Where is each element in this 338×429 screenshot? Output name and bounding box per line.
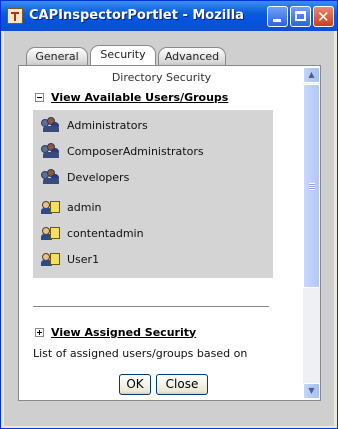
group-icon (41, 117, 61, 133)
minimize-button[interactable] (267, 6, 288, 27)
available-users-link[interactable]: View Available Users/Groups (51, 91, 228, 104)
tab-advanced[interactable]: Advanced (158, 47, 226, 65)
expand-icon[interactable] (35, 327, 44, 337)
close-icon: ✕ (317, 8, 330, 26)
ok-button[interactable]: OK (119, 374, 151, 395)
list-item-user[interactable]: contentadmin (41, 224, 144, 242)
grip-icon (309, 183, 315, 190)
user-icon (41, 225, 61, 241)
list-item-label: Administrators (67, 118, 148, 132)
available-users-section-header[interactable]: View Available Users/Groups (35, 90, 228, 104)
collapse-icon[interactable] (35, 92, 44, 102)
list-item-label: User1 (67, 252, 100, 266)
list-item-label: admin (67, 200, 102, 214)
security-panel: Directory Security View Available Users/… (18, 65, 321, 401)
dialog-content: General Advanced Security Directory Secu… (4, 31, 334, 426)
list-item-label: ComposerAdministrators (67, 144, 204, 158)
list-item-group[interactable]: Developers (41, 168, 129, 186)
vertical-scrollbar[interactable]: ▲ ▼ (303, 67, 320, 399)
panel-title: Directory Security (111, 71, 212, 84)
assigned-description: List of assigned users/groups based on (33, 347, 248, 360)
section-divider (33, 306, 269, 307)
user-icon (41, 199, 61, 215)
scroll-thumb[interactable] (303, 84, 320, 288)
app-icon (7, 8, 23, 24)
close-button[interactable]: Close (156, 374, 208, 395)
minimize-icon (273, 19, 281, 22)
maximize-icon (295, 11, 306, 21)
tab-security[interactable]: Security (90, 45, 156, 66)
list-item-group[interactable]: Administrators (41, 116, 148, 134)
assigned-security-link[interactable]: View Assigned Security (51, 326, 196, 339)
group-icon (41, 169, 61, 185)
list-item-label: Developers (67, 170, 130, 184)
list-item-user[interactable]: admin (41, 198, 101, 216)
tab-general[interactable]: General (26, 47, 88, 65)
list-item-user[interactable]: User1 (41, 250, 99, 268)
scroll-down-icon[interactable]: ▼ (303, 383, 320, 399)
users-list: Administrators ComposerAdministrators De… (33, 110, 273, 278)
browser-window: CAPInspectorPortlet - Mozilla ✕ General … (0, 0, 338, 429)
title-bar[interactable]: CAPInspectorPortlet - Mozilla ✕ (1, 1, 337, 31)
close-window-button[interactable]: ✕ (313, 6, 334, 27)
window-title: CAPInspectorPortlet - Mozilla (29, 8, 244, 23)
list-item-group[interactable]: ComposerAdministrators (41, 142, 204, 160)
assigned-security-section-header[interactable]: View Assigned Security (35, 325, 196, 339)
group-icon (41, 143, 61, 159)
user-icon (41, 251, 61, 267)
list-item-label: contentadmin (67, 226, 144, 240)
maximize-button[interactable] (290, 6, 311, 27)
scroll-up-icon[interactable]: ▲ (303, 67, 320, 83)
